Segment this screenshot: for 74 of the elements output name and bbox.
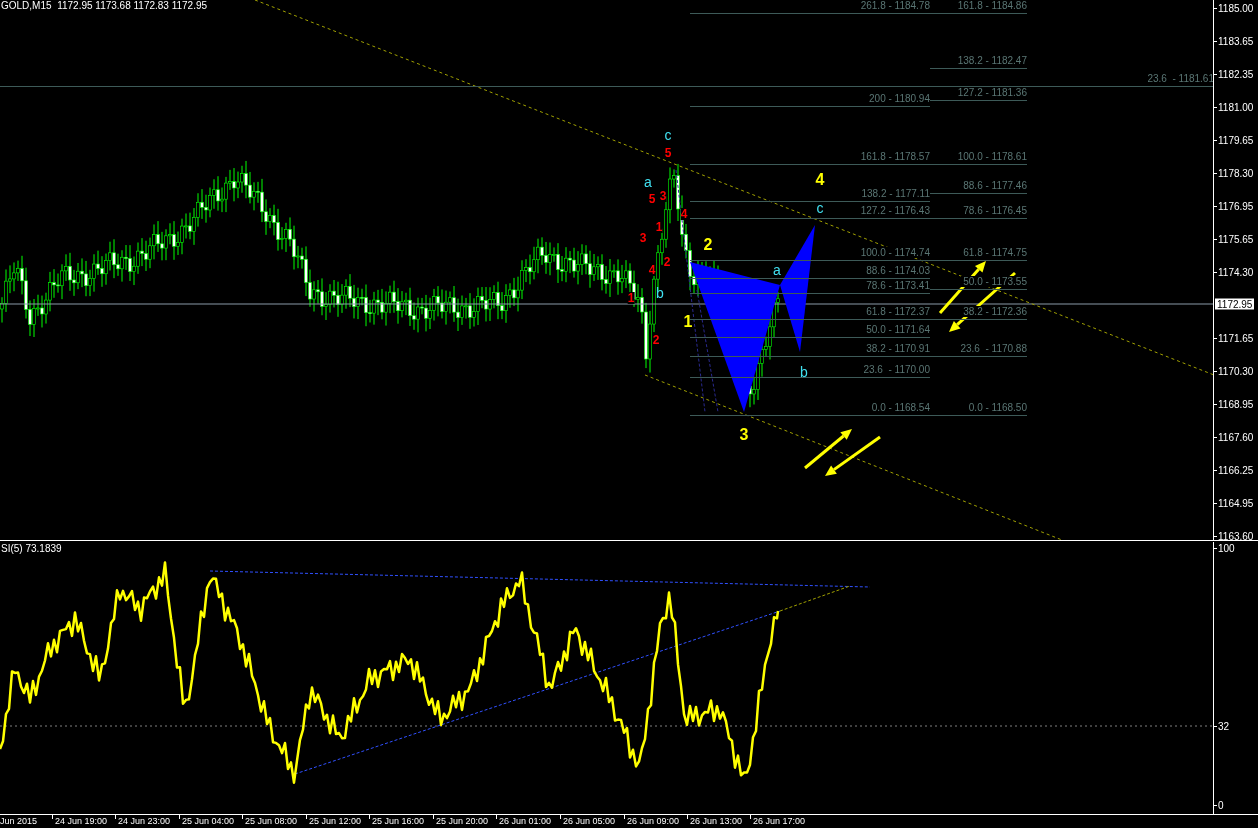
price-axis-label: 1185.00: [1218, 2, 1254, 14]
symbol-info: GOLD,M15 1172.95 1173.68 1172.83 1172.95: [1, 0, 208, 11]
time-axis-label: Jun 2015: [0, 815, 38, 827]
wave-label: 2: [663, 256, 671, 268]
fibonacci-level: 0.0 - 1168.50: [930, 402, 1027, 416]
time-axis-label: 25 Jun 16:00: [372, 815, 425, 827]
wave-label: b: [656, 286, 664, 300]
fibonacci-level: 38.2 - 1170.91: [690, 343, 930, 357]
fibonacci-level: 50.0 - 1173.55: [930, 276, 1027, 290]
wave-label: c: [664, 128, 672, 142]
price-axis-label: 1174.30: [1218, 266, 1254, 278]
wave-label: 3: [659, 190, 667, 202]
wave-label: 5: [664, 147, 672, 159]
price-axis-label: 1182.35: [1218, 68, 1254, 80]
fibonacci-level: 78.6 - 1176.45: [930, 205, 1027, 219]
wave-label: c: [816, 201, 824, 215]
price-axis-label: 1167.60: [1218, 431, 1254, 443]
fibonacci-level: 200 - 1180.94: [690, 93, 930, 107]
price-axis-label: 1178.30: [1218, 167, 1254, 179]
wave-label: 4: [680, 208, 688, 220]
price-axis-label: 1166.25: [1218, 464, 1254, 476]
fibonacci-level: 78.6 - 1173.41: [690, 280, 930, 294]
price-axis-label: 1171.65: [1218, 332, 1254, 344]
time-axis-label: 26 Jun 05:00: [563, 815, 616, 827]
rsi-axis-label: 100: [1218, 542, 1235, 554]
wave-label: 4: [815, 172, 825, 188]
wave-label: 1: [627, 292, 635, 304]
price-axis-label: 1163.60: [1218, 530, 1254, 542]
fibonacci-level: 261.8 - 1184.78: [690, 0, 930, 14]
fibonacci-level: 138.2 - 1182.47: [930, 55, 1027, 69]
wave-label: b: [800, 365, 808, 379]
fibonacci-level: 61.8 - 1174.75: [930, 247, 1027, 261]
fibonacci-level: 127.2 - 1181.36: [930, 87, 1027, 101]
rsi-axis-label: 0: [1218, 799, 1224, 811]
indicator-label: SI(5) 73.1839: [1, 543, 62, 554]
wave-label: 1: [683, 314, 693, 330]
time-axis-label: 25 Jun 04:00: [182, 815, 235, 827]
time-axis-label: 24 Jun 23:00: [118, 815, 171, 827]
wave-label: 5: [648, 193, 656, 205]
time-axis-label: 26 Jun 17:00: [753, 815, 806, 827]
price-axis-label: 1175.65: [1218, 233, 1254, 245]
fibonacci-level: 100.0 - 1178.61: [930, 151, 1027, 165]
price-axis-label: 1181.00: [1218, 101, 1254, 113]
price-axis-label: 1176.95: [1218, 200, 1254, 212]
time-axis-label: 25 Jun 08:00: [245, 815, 298, 827]
time-axis-label: 26 Jun 09:00: [627, 815, 680, 827]
wave-label: 3: [639, 232, 647, 244]
time-axis-label: 25 Jun 20:00: [436, 815, 489, 827]
price-axis-label: 1168.95: [1218, 398, 1254, 410]
fibonacci-level: 88.6 - 1177.46: [930, 180, 1027, 194]
price-axis-label: 1183.65: [1218, 35, 1254, 47]
fibonacci-level: 23.6 - 1181.61: [0, 73, 1213, 87]
current-price-label: 1172.95: [1215, 298, 1255, 310]
wave-label: a: [644, 175, 652, 189]
fibonacci-level: 61.8 - 1172.37: [690, 306, 930, 320]
wave-label: 4: [648, 264, 656, 276]
time-axis-label: 26 Jun 13:00: [690, 815, 743, 827]
fibonacci-level: 0.0 - 1168.54: [690, 402, 930, 416]
fibonacci-level: 161.8 - 1184.86: [930, 0, 1027, 14]
time-axis-label: 25 Jun 12:00: [309, 815, 362, 827]
fibonacci-level: 161.8 - 1178.57: [690, 151, 930, 165]
wave-label: 2: [652, 334, 660, 346]
price-axis-label: 1164.95: [1218, 497, 1254, 509]
price-axis-label: 1170.30: [1218, 365, 1254, 377]
fibonacci-level: 138.2 - 1177.11: [690, 188, 930, 202]
fibonacci-level: 38.2 - 1172.36: [930, 306, 1027, 320]
wave-label: 3: [739, 427, 749, 443]
time-axis-label: 24 Jun 19:00: [55, 815, 108, 827]
rsi-axis-label: 32: [1218, 720, 1230, 732]
price-axis-label: 1179.65: [1218, 134, 1254, 146]
time-axis-label: 26 Jun 01:00: [499, 815, 552, 827]
wave-label: a: [773, 263, 781, 277]
wave-label: 1: [655, 221, 663, 233]
fibonacci-level: 23.6 - 1170.88: [930, 343, 1027, 357]
